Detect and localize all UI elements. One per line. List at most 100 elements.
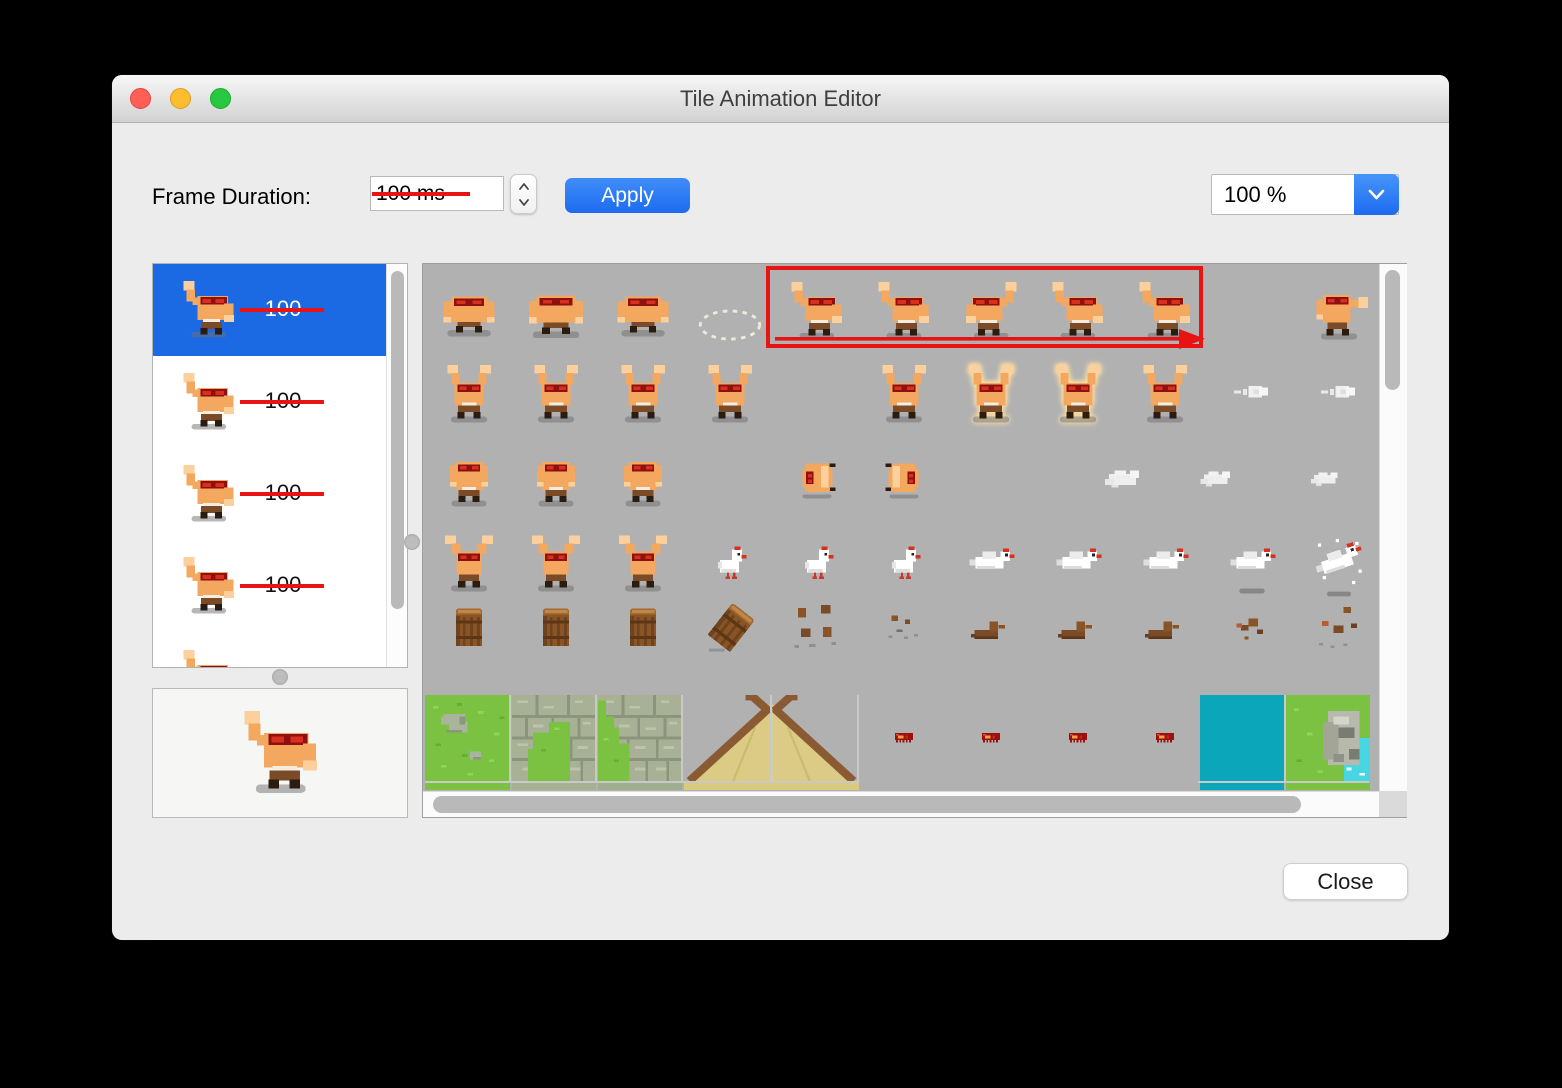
frame-list[interactable]: 100100100100	[152, 263, 408, 668]
tile-chicken-fly[interactable]	[1141, 539, 1189, 587]
tile-debris-small[interactable]	[882, 607, 926, 651]
tile-chicken-fly[interactable]	[967, 539, 1015, 587]
tileset-horizontal-scrollbar[interactable]	[423, 791, 1379, 817]
grid-line	[857, 695, 859, 783]
scrollbar-thumb[interactable]	[391, 271, 404, 609]
frame-list-scrollbar[interactable]	[386, 264, 407, 667]
frame-sprite-icon	[180, 281, 238, 339]
tile-villager-armsup[interactable]	[875, 365, 933, 423]
tile-chicken-stand[interactable]	[883, 542, 925, 584]
annotation-strikethrough	[240, 492, 324, 496]
tile-debris-scatter[interactable]	[1314, 604, 1364, 654]
tile-villager-armsup[interactable]	[614, 365, 672, 423]
close-button[interactable]: Close	[1283, 863, 1408, 900]
tile-villager-armsup[interactable]	[1049, 365, 1107, 423]
tile-barrel-tilt[interactable]	[703, 602, 757, 656]
zoom-level-select[interactable]: 100 %	[1211, 174, 1399, 215]
scrollbar-thumb[interactable]	[1385, 270, 1400, 390]
stepper-up-icon[interactable]	[518, 182, 530, 191]
frame-list-item[interactable]	[153, 632, 386, 667]
tile-smoke-puff[interactable]	[1100, 456, 1146, 502]
tile-drumstick[interactable]	[968, 606, 1014, 652]
grid-line	[595, 695, 597, 783]
frame-duration-field	[370, 176, 504, 211]
tile-villager-crouch[interactable]	[525, 280, 587, 342]
tile-villager-armsup[interactable]	[527, 365, 585, 423]
tile-villager-varms[interactable]	[614, 534, 672, 592]
scrollbar-corner	[1379, 791, 1407, 817]
tile-tile-grass[interactable]	[425, 695, 510, 781]
scrollbar-thumb[interactable]	[433, 796, 1301, 813]
tile-tile-teal[interactable]	[1200, 695, 1284, 781]
tile-villager-varms[interactable]	[440, 534, 498, 592]
grid-line	[681, 695, 683, 783]
annotation-strikethrough	[240, 308, 324, 312]
tile-villager-stand[interactable]	[528, 451, 584, 507]
tile-barrel[interactable]	[618, 604, 668, 654]
vertical-splitter-handle[interactable]	[404, 534, 420, 550]
frame-list-item[interactable]: 100	[153, 540, 386, 632]
tile-villager-varms[interactable]	[527, 534, 585, 592]
tile-smoke-dash[interactable]	[1230, 372, 1274, 416]
tile-row-sliver	[425, 783, 510, 790]
tile-selection-ellipse[interactable]	[697, 292, 763, 358]
frame-sprite-icon	[180, 557, 238, 615]
window-titlebar[interactable]: Tile Animation Editor	[112, 75, 1449, 123]
window-title: Tile Animation Editor	[680, 86, 881, 111]
tile-villager-punch[interactable]	[1310, 282, 1368, 340]
chevron-down-icon	[1368, 189, 1385, 200]
frame-list-item[interactable]: 100	[153, 448, 386, 540]
annotation-strikethrough	[240, 400, 324, 404]
frame-list-items: 100100100100	[153, 264, 386, 667]
tile-animation-editor-window: Tile Animation Editor Frame Duration: Ap…	[112, 75, 1449, 940]
tileset-content[interactable]	[423, 264, 1379, 791]
tile-villager-roll[interactable]	[794, 456, 840, 502]
grid-line	[425, 781, 859, 783]
tile-tile-stonegrass-mid[interactable]	[512, 695, 596, 781]
frame-list-item[interactable]: 100	[153, 264, 386, 356]
frame-duration-stepper[interactable]	[510, 174, 537, 214]
tile-goggles[interactable]	[1065, 725, 1091, 751]
tile-chicken-fly[interactable]	[1054, 539, 1102, 587]
stepper-down-icon[interactable]	[518, 198, 530, 207]
tile-smoke-puff[interactable]	[1196, 459, 1236, 499]
tile-smoke-puff[interactable]	[1307, 461, 1343, 497]
tile-chicken-stand[interactable]	[709, 542, 751, 584]
tile-villager-armsup[interactable]	[701, 365, 759, 423]
tile-villager-roll[interactable]	[881, 456, 927, 502]
tile-goggles[interactable]	[978, 725, 1004, 751]
annotation-strikethrough	[372, 192, 470, 196]
tile-barrel[interactable]	[531, 604, 581, 654]
tile-tile-stonegrass-left[interactable]	[598, 695, 682, 781]
tile-goggles[interactable]	[891, 725, 917, 751]
tile-barrel[interactable]	[444, 604, 494, 654]
zoom-combo-button[interactable]	[1354, 174, 1399, 215]
frame-sprite-icon	[180, 465, 238, 523]
frame-sprite-icon	[180, 650, 238, 667]
frame-list-item[interactable]: 100	[153, 356, 386, 448]
screenshot-background: Tile Animation Editor Frame Duration: Ap…	[0, 0, 1562, 1088]
tile-drumstick[interactable]	[1142, 606, 1188, 652]
tile-debris-pieces[interactable]	[791, 603, 843, 655]
tile-row-sliver	[598, 783, 682, 790]
tile-shadow[interactable]	[1235, 574, 1269, 608]
tile-villager-armsup[interactable]	[962, 365, 1020, 423]
tile-villager-crouch[interactable]	[614, 282, 672, 340]
tile-villager-armsup[interactable]	[440, 365, 498, 423]
tile-villager-armsup[interactable]	[1136, 365, 1194, 423]
tile-smoke-dash[interactable]	[1317, 372, 1361, 416]
grid-line	[1198, 781, 1369, 783]
tile-goggles[interactable]	[1152, 725, 1178, 751]
tile-villager-crouch[interactable]	[440, 282, 498, 340]
tile-tile-grassrock[interactable]	[1286, 695, 1370, 781]
tileset-vertical-scrollbar[interactable]	[1379, 264, 1407, 791]
tile-villager-stand[interactable]	[441, 451, 497, 507]
tile-chicken-stand[interactable]	[796, 542, 838, 584]
tile-drumstick[interactable]	[1055, 606, 1101, 652]
preview-sprite	[239, 711, 323, 795]
apply-button[interactable]: Apply	[565, 178, 690, 213]
tile-debris-fly[interactable]	[1230, 607, 1274, 651]
tile-row-sliver	[684, 783, 859, 790]
horizontal-splitter-handle[interactable]	[272, 669, 288, 685]
tile-villager-stand[interactable]	[615, 451, 671, 507]
